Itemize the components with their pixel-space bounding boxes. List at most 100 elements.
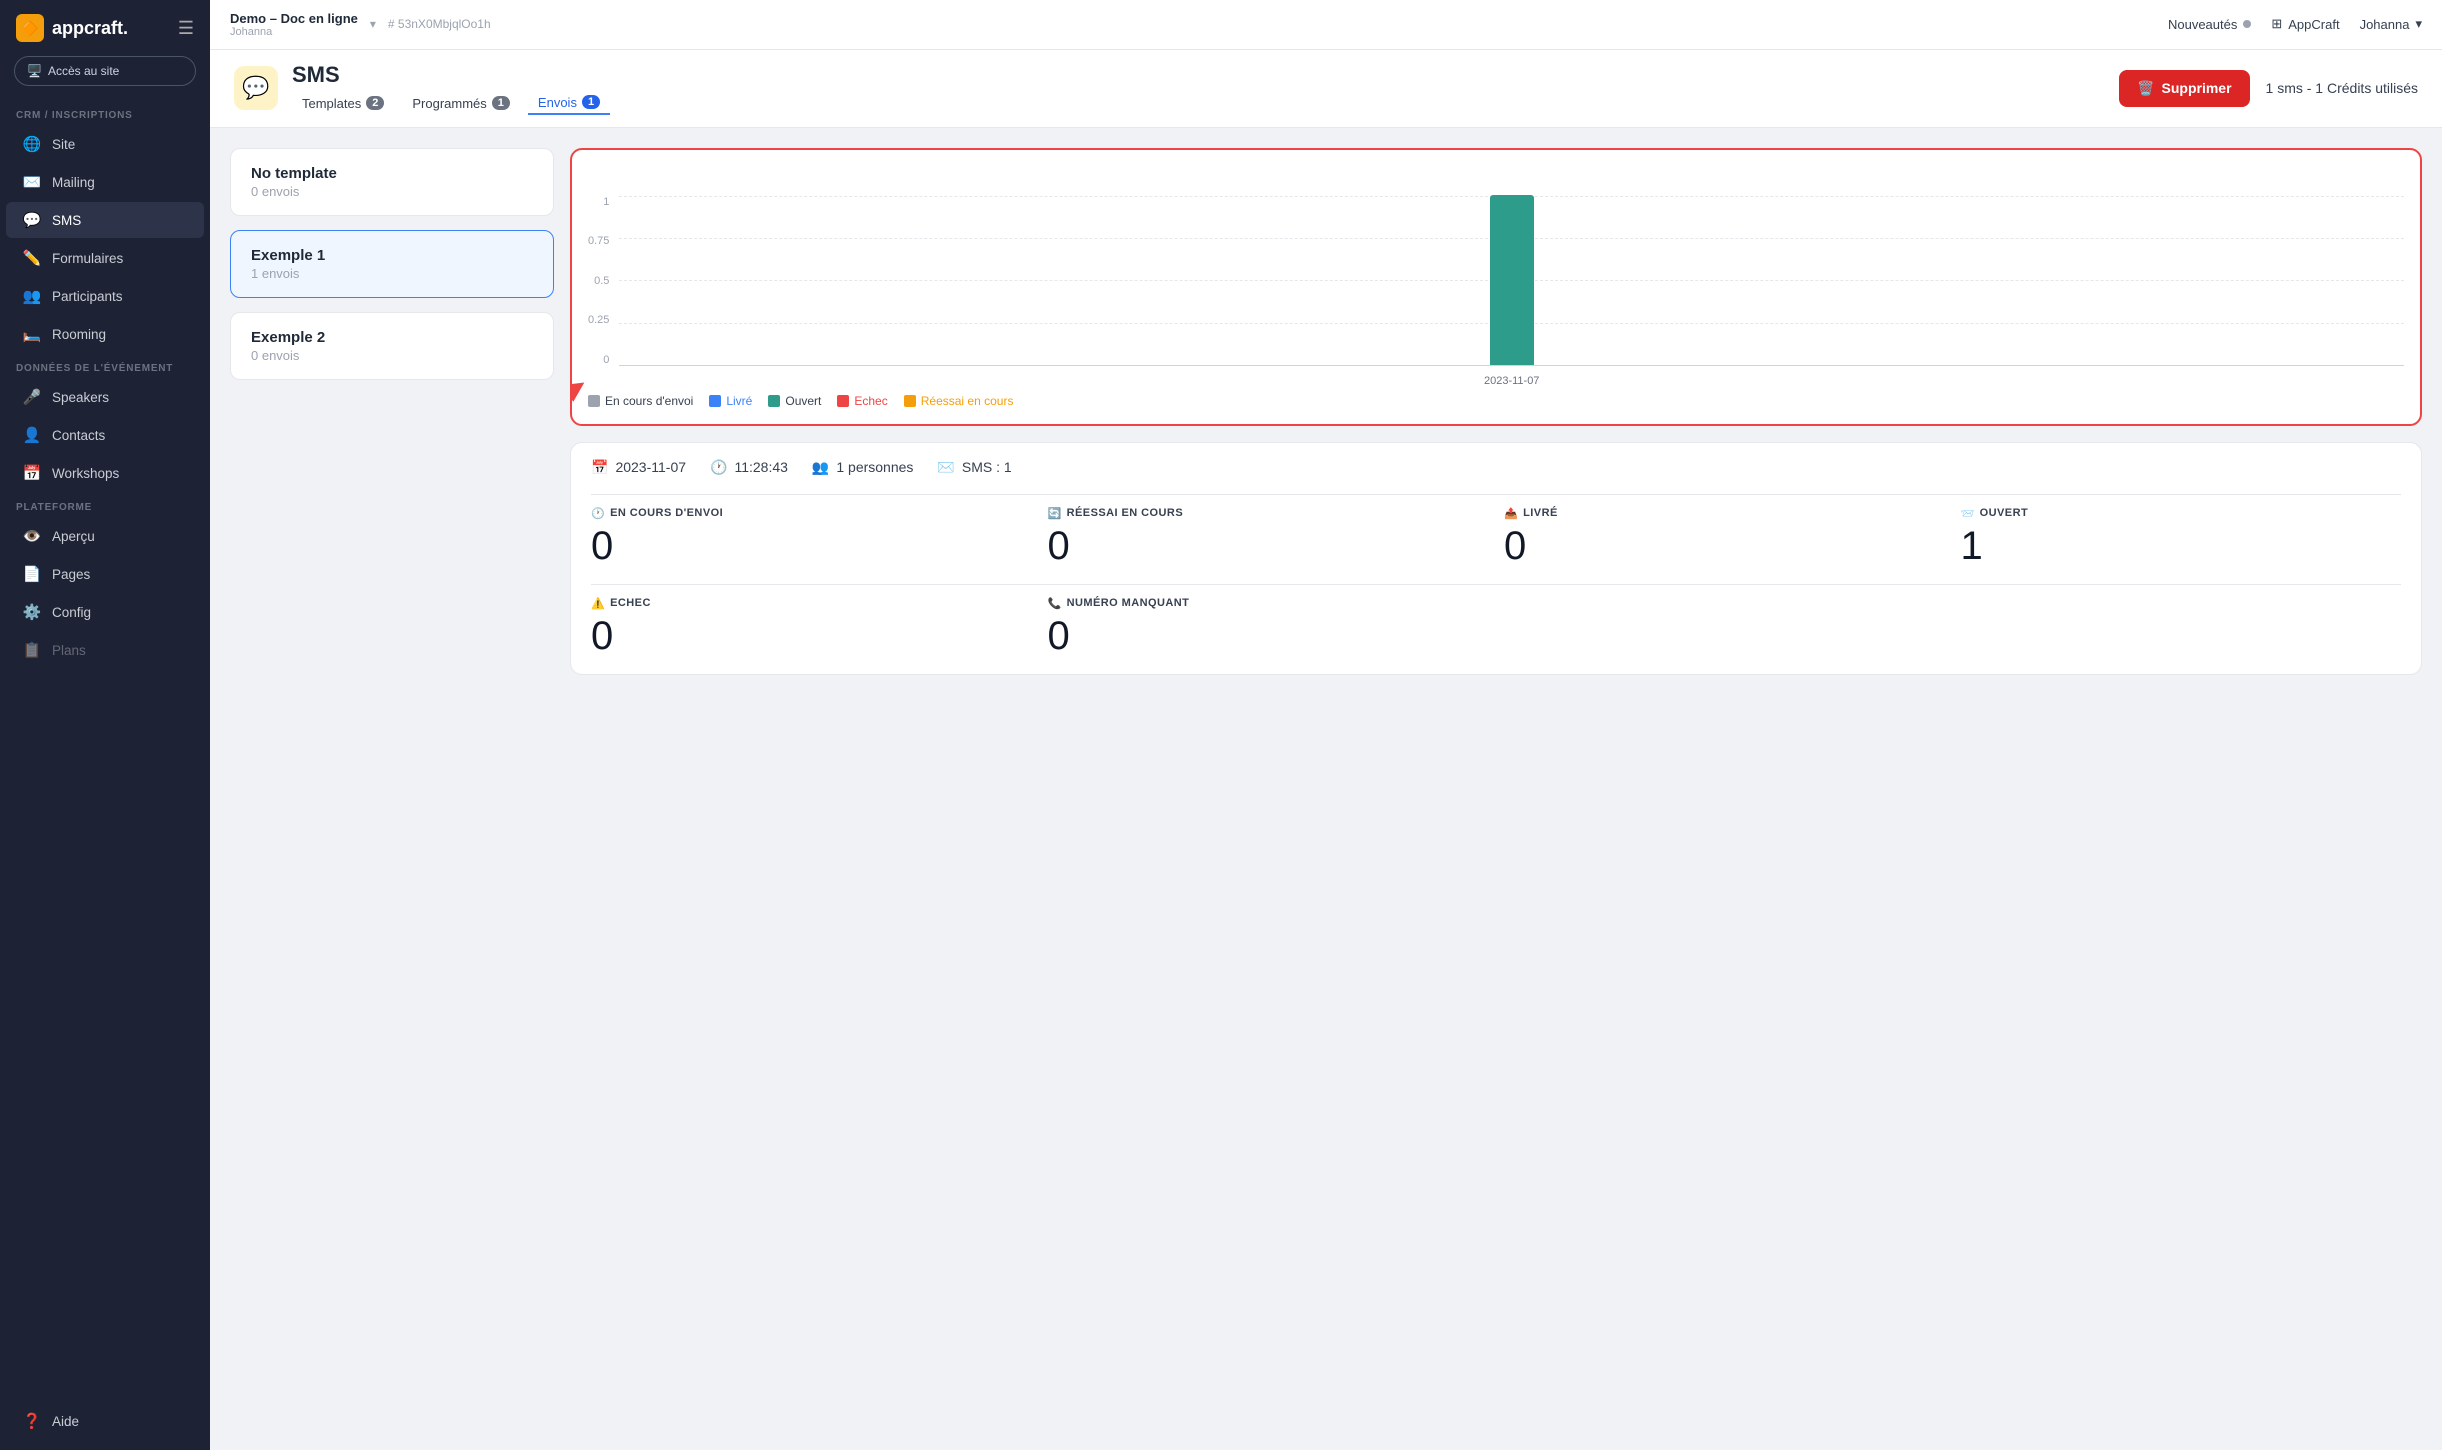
tab-envois-badge: 1 [582, 95, 600, 109]
tab-templates-badge: 2 [366, 96, 384, 110]
tab-programmes-badge: 1 [492, 96, 510, 110]
logo-icon: 🔶 [16, 14, 44, 42]
calendar-icon: 📅 [591, 459, 608, 476]
chart-bar-ouvert [1490, 195, 1534, 365]
status-dot [2243, 20, 2251, 28]
stat-en-cours: 🕐 EN COURS D'ENVOI 0 [591, 507, 1032, 568]
plans-icon: 📋 [22, 641, 42, 659]
tab-templates-label: Templates [302, 96, 361, 111]
supprimer-label: Supprimer [2162, 80, 2232, 96]
sidebar-item-mailing[interactable]: ✉️ Mailing [6, 164, 204, 200]
logo: 🔶 appcraft. [16, 14, 128, 42]
chart-legend: En cours d'envoi Livré Ouvert Echec [588, 394, 2404, 408]
legend-echec: Echec [837, 394, 887, 408]
legend-label-reessai: Réessai en cours [921, 394, 1014, 408]
hamburger-button[interactable]: ☰ [178, 18, 194, 39]
stats-personnes: 👥 1 personnes [812, 459, 914, 476]
template-card-exemple1[interactable]: Exemple 1 1 envois [230, 230, 554, 298]
template-sub: 1 envois [251, 266, 533, 281]
stats-sms: ✉️ SMS : 1 [937, 459, 1011, 476]
sidebar-bottom: ❓ Aide [0, 1402, 210, 1450]
template-card-no-template[interactable]: No template 0 envois [230, 148, 554, 216]
stat-ouvert-label: 📨 OUVERT [1961, 507, 2402, 520]
sidebar-item-plans[interactable]: 📋 Plans [6, 632, 204, 668]
open-envelope-icon: 📨 [1961, 507, 1975, 520]
access-site-button[interactable]: 🖥️ Accès au site [14, 56, 196, 86]
appcraft-label: AppCraft [2288, 17, 2339, 32]
sidebar-item-label: Participants [52, 289, 123, 304]
stats-personnes-value: 1 personnes [836, 459, 913, 475]
chart-y-axis: 1 0.75 0.5 0.25 0 [588, 196, 609, 366]
legend-dot-reessai [904, 395, 916, 407]
grid-icon: ⊞ [2271, 16, 2282, 32]
sidebar-item-rooming[interactable]: 🛏️ Rooming [6, 316, 204, 352]
legend-livre: Livré [709, 394, 752, 408]
user-chevron-icon: ▾ [2415, 16, 2422, 32]
template-card-exemple2[interactable]: Exemple 2 0 envois [230, 312, 554, 380]
sidebar-item-label: Plans [52, 643, 86, 658]
legend-ouvert: Ouvert [768, 394, 821, 408]
sms-icon-box: 💬 [234, 66, 278, 110]
template-sub: 0 envois [251, 184, 533, 199]
sidebar-item-workshops[interactable]: 📅 Workshops [6, 455, 204, 491]
stats-sms-value: SMS : 1 [962, 459, 1012, 475]
stats-grid-top: 🕐 EN COURS D'ENVOI 0 🔄 RÉESSAI EN COURS … [591, 507, 2401, 568]
legend-label-echec: Echec [854, 394, 887, 408]
y-label-0: 0 [603, 354, 609, 366]
globe-icon: 🌐 [22, 135, 42, 153]
template-sub: 0 envois [251, 348, 533, 363]
sidebar-item-participants[interactable]: 👥 Participants [6, 278, 204, 314]
template-title: Exemple 2 [251, 329, 533, 346]
sidebar-item-contacts[interactable]: 👤 Contacts [6, 417, 204, 453]
bed-icon: 🛏️ [22, 325, 42, 343]
topbar: Demo – Doc en ligne Johanna ▾ # 53nX0Mbj… [210, 0, 2442, 50]
y-label-05: 0.5 [594, 275, 609, 287]
user-menu[interactable]: Johanna ▾ [2360, 16, 2422, 32]
crm-section-label: CRM / INSCRIPTIONS [0, 100, 210, 125]
sidebar-item-label: Contacts [52, 428, 105, 443]
tab-templates[interactable]: Templates 2 [292, 93, 394, 114]
sms-bubble-icon: 💬 [242, 75, 269, 101]
stat-reessai: 🔄 RÉESSAI EN COURS 0 [1048, 507, 1489, 568]
stat-reessai-value: 0 [1048, 524, 1489, 568]
tab-envois[interactable]: Envois 1 [528, 92, 610, 115]
sidebar-item-label: Speakers [52, 390, 109, 405]
appcraft-menu[interactable]: ⊞ AppCraft [2271, 16, 2339, 32]
stats-date: 📅 2023-11-07 [591, 459, 686, 476]
main-content: Demo – Doc en ligne Johanna ▾ # 53nX0Mbj… [210, 0, 2442, 1450]
chart-bar-group [1490, 195, 1534, 365]
trash-icon: 🗑️ [2137, 80, 2154, 97]
supprimer-button[interactable]: 🗑️ Supprimer [2119, 70, 2249, 107]
stats-card: 📅 2023-11-07 🕐 11:28:43 👥 1 personnes ✉️… [570, 442, 2422, 675]
sms-body: No template 0 envois Exemple 1 1 envois … [210, 128, 2442, 1450]
stat-en-cours-value: 0 [591, 524, 1032, 568]
sms-right-panel: 1 0.75 0.5 0.25 0 [570, 148, 2422, 1430]
sidebar-item-speakers[interactable]: 🎤 Speakers [6, 379, 204, 415]
sidebar-item-apercu[interactable]: 👁️ Aperçu [6, 518, 204, 554]
sms-icon: 💬 [22, 211, 42, 229]
calendar-icon: 📅 [22, 464, 42, 482]
stat-numero-value: 0 [1048, 614, 1489, 658]
plateforme-section-label: PLATEFORME [0, 492, 210, 517]
topbar-project: Demo – Doc en ligne Johanna [230, 11, 358, 38]
user-label: Johanna [2360, 17, 2410, 32]
chevron-down-icon[interactable]: ▾ [370, 17, 376, 31]
stats-date-value: 2023-11-07 [615, 459, 686, 475]
refresh-icon: 🔄 [1048, 507, 1062, 520]
nouveautes-button[interactable]: Nouveautés [2168, 17, 2251, 32]
sms-tabs: Templates 2 Programmés 1 Envois 1 [292, 92, 610, 115]
pencil-icon: ✏️ [22, 249, 42, 267]
users-icon: 👥 [22, 287, 42, 305]
sidebar-item-config[interactable]: ⚙️ Config [6, 594, 204, 630]
sms-header-right: 🗑️ Supprimer 1 sms - 1 Crédits utilisés [2119, 70, 2418, 107]
tab-programmes[interactable]: Programmés 1 [402, 93, 520, 114]
sidebar-item-sms[interactable]: 💬 SMS [6, 202, 204, 238]
monitor-icon: 🖥️ [27, 64, 42, 78]
divider2 [591, 584, 2401, 585]
sidebar-item-aide[interactable]: ❓ Aide [6, 1403, 204, 1439]
legend-en-cours: En cours d'envoi [588, 394, 693, 408]
sidebar-item-site[interactable]: 🌐 Site [6, 126, 204, 162]
sidebar-item-pages[interactable]: 📄 Pages [6, 556, 204, 592]
sidebar-item-formulaires[interactable]: ✏️ Formulaires [6, 240, 204, 276]
legend-label-en-cours: En cours d'envoi [605, 394, 693, 408]
